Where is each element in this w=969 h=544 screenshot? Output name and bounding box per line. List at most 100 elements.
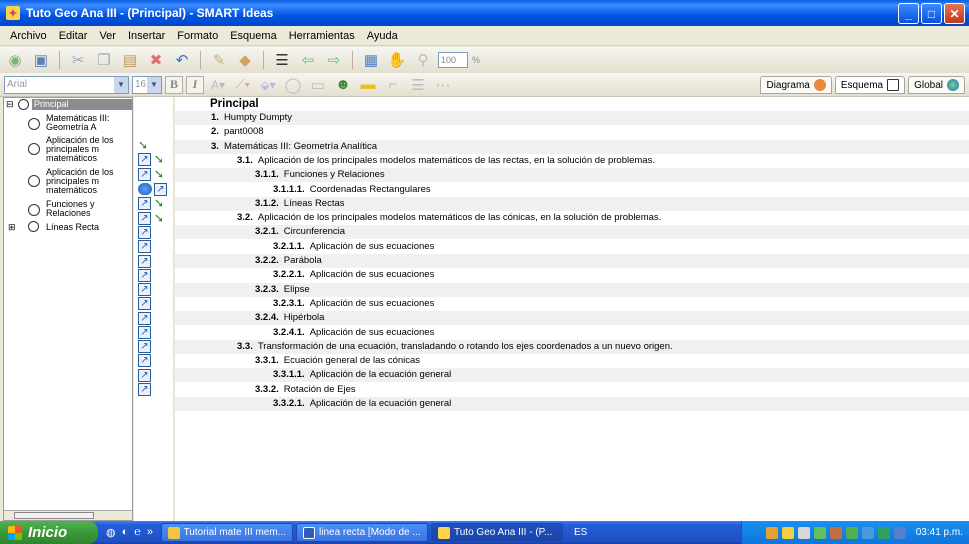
shape-icon[interactable]: ◆ xyxy=(234,50,256,70)
brush-icon[interactable]: ✎ xyxy=(208,50,230,70)
outline-item[interactable]: 3.3.1.1. Aplicación de la ecuación genera… xyxy=(175,368,969,383)
quicklaunch-media-icon[interactable]: ◐ xyxy=(122,526,129,539)
title-bar[interactable]: ✦ Tuto Geo Ana III - (Principal) - SMART… xyxy=(0,0,969,26)
font-size-select[interactable]: 16 ▼ xyxy=(132,75,162,94)
rectangle-shape-icon[interactable]: ▭ xyxy=(307,75,329,95)
outline-item[interactable]: 3.3.1. Ecuación general de las cónicas xyxy=(175,354,969,368)
line-style-icon[interactable]: ☰ xyxy=(407,75,429,95)
hyperlink-icon[interactable]: ↗ xyxy=(138,297,151,310)
menu-editar[interactable]: Editar xyxy=(53,30,94,42)
outline-item[interactable]: 3. Matemáticas III: Geometría Analítica xyxy=(175,139,969,154)
outline-item[interactable]: 3.1.2. Líneas Rectas xyxy=(175,196,969,211)
network-icon[interactable] xyxy=(813,526,826,539)
menu-ver[interactable]: Ver xyxy=(93,30,122,42)
menu-herramientas[interactable]: Herramientas xyxy=(283,30,361,42)
hyperlink-icon[interactable]: ↗ xyxy=(138,212,151,225)
save-icon[interactable]: ▣ xyxy=(30,50,52,70)
hyperlink-icon[interactable]: ↗ xyxy=(138,240,151,253)
outline-item[interactable]: 3.3.2.1. Aplicación de la ecuación genera… xyxy=(175,397,969,411)
people-link-icon[interactable]: ➘ xyxy=(154,212,168,224)
quicklaunch-more-icon[interactable]: » xyxy=(147,526,153,539)
back-icon[interactable]: ⇦ xyxy=(297,50,319,70)
bold-button[interactable]: B xyxy=(165,75,183,94)
outline-item[interactable]: 3.1. Aplicación de los principales modelo… xyxy=(175,154,969,168)
people-link-icon[interactable]: ➘ xyxy=(154,168,168,180)
tray-icon[interactable] xyxy=(861,526,874,539)
people-link-icon[interactable]: ➘ xyxy=(138,139,152,151)
hyperlink-icon[interactable]: ↗ xyxy=(138,168,151,181)
scrollbar-thumb[interactable] xyxy=(14,512,94,519)
hyperlink-icon[interactable]: ↗ xyxy=(138,383,151,396)
tab-esquema[interactable]: Esquema xyxy=(834,76,906,94)
outline-title[interactable]: Principal xyxy=(210,97,259,111)
outline-item[interactable]: 3.2.2.1. Aplicación de sus ecuaciones xyxy=(175,268,969,282)
start-button[interactable]: Inicio xyxy=(0,521,98,544)
undo-icon[interactable]: ↶ xyxy=(171,50,193,70)
menu-ayuda[interactable]: Ayuda xyxy=(361,30,404,42)
hyperlink-icon[interactable]: ↗ xyxy=(138,312,151,325)
copy-icon[interactable]: ❐ xyxy=(93,50,115,70)
outline-item[interactable]: 3.2.4. Hipérbola xyxy=(175,311,969,326)
close-button[interactable]: ✕ xyxy=(944,3,965,24)
quicklaunch-ie-icon[interactable]: ℮ xyxy=(134,526,141,539)
language-indicator[interactable]: ES xyxy=(566,527,595,538)
hyperlink-icon[interactable]: ↗ xyxy=(138,354,151,367)
outline-item[interactable]: 3.1.1.1. Coordenadas Rectangulares xyxy=(175,183,969,197)
forward-icon[interactable]: ⇨ xyxy=(323,50,345,70)
tray-icon[interactable] xyxy=(877,526,890,539)
outline-item[interactable]: 3.1.1. Funciones y Relaciones xyxy=(175,168,969,183)
note-icon[interactable]: ▬ xyxy=(357,75,379,95)
line-color-icon[interactable]: ⟋▾ xyxy=(232,75,254,95)
outline-item[interactable]: 3.2.1.1. Aplicación de sus ecuaciones xyxy=(175,240,969,254)
menu-esquema[interactable]: Esquema xyxy=(224,30,282,42)
tray-icon[interactable] xyxy=(829,526,842,539)
quicklaunch-firefox-icon[interactable]: ◍ xyxy=(106,526,116,539)
tree-expand-icon[interactable]: ⊞ xyxy=(8,223,16,232)
menu-archivo[interactable]: Archivo xyxy=(4,30,53,42)
hyperlink-icon[interactable]: ↗ xyxy=(138,326,151,339)
italic-button[interactable]: I xyxy=(186,75,204,94)
taskbar-item-active[interactable]: Tuto Geo Ana III - (P... xyxy=(431,523,563,542)
outline-item[interactable]: 3.2.4.1. Aplicación de sus ecuaciones xyxy=(175,326,969,340)
tray-icon[interactable] xyxy=(845,526,858,539)
ellipse-shape-icon[interactable]: ◯ xyxy=(282,75,304,95)
zoom-input[interactable]: 100 xyxy=(438,52,468,68)
taskbar-item[interactable]: linea recta [Modo de ... xyxy=(296,523,428,542)
zoom-icon[interactable]: ⚲ xyxy=(412,50,434,70)
tree-item[interactable]: ⊟ Principal xyxy=(6,99,132,110)
volume-icon[interactable] xyxy=(797,526,810,539)
tray-icon[interactable] xyxy=(781,526,794,539)
paste-icon[interactable]: ▤ xyxy=(119,50,141,70)
connector-icon[interactable]: ⌐ xyxy=(382,75,404,95)
hyperlink-icon[interactable]: ↗ xyxy=(154,183,167,196)
presentation-icon[interactable]: ▦ xyxy=(360,50,382,70)
maximize-button[interactable]: □ xyxy=(921,3,942,24)
outline-item[interactable]: 2. pant0008 xyxy=(175,125,969,139)
outline-item[interactable]: 3.2. Aplicación de los principales modelo… xyxy=(175,211,969,225)
hyperlink-icon[interactable]: ↗ xyxy=(138,197,151,210)
text-color-icon[interactable]: A▾ xyxy=(207,75,229,95)
hand-icon[interactable]: ✋ xyxy=(386,50,408,70)
people-link-icon[interactable]: ➘ xyxy=(154,197,168,209)
outline-item[interactable]: 3.2.3.1. Aplicación de sus ecuaciones xyxy=(175,297,969,311)
menu-insertar[interactable]: Insertar xyxy=(122,30,171,42)
outline-view-icon[interactable]: ☰ xyxy=(271,50,293,70)
outline-item[interactable]: 3.2.2. Parábola xyxy=(175,254,969,268)
hyperlink-icon[interactable]: ↗ xyxy=(138,153,151,166)
minimize-button[interactable]: _ xyxy=(898,3,919,24)
taskbar-item[interactable]: Tutorial mate III mem... xyxy=(161,523,293,542)
tray-icon[interactable] xyxy=(765,526,778,539)
outline-item[interactable]: 3.2.1. Circunferencia xyxy=(175,225,969,240)
new-icon[interactable]: ◉ xyxy=(4,50,26,70)
people-link-icon[interactable]: ➘ xyxy=(154,153,168,165)
outline-item[interactable]: 3.2.3. Elipse xyxy=(175,282,969,297)
tree-expand-icon[interactable]: ⊟ xyxy=(6,99,14,109)
cut-icon[interactable]: ✂ xyxy=(67,50,89,70)
user-icon[interactable] xyxy=(138,183,152,195)
hyperlink-icon[interactable]: ↗ xyxy=(138,283,151,296)
hyperlink-icon[interactable]: ↗ xyxy=(138,340,151,353)
dash-style-icon[interactable]: ⋯ xyxy=(432,75,454,95)
outline-item[interactable]: 3.3.2. Rotación de Ejes xyxy=(175,383,969,397)
hyperlink-icon[interactable]: ↗ xyxy=(138,226,151,239)
menu-formato[interactable]: Formato xyxy=(171,30,224,42)
